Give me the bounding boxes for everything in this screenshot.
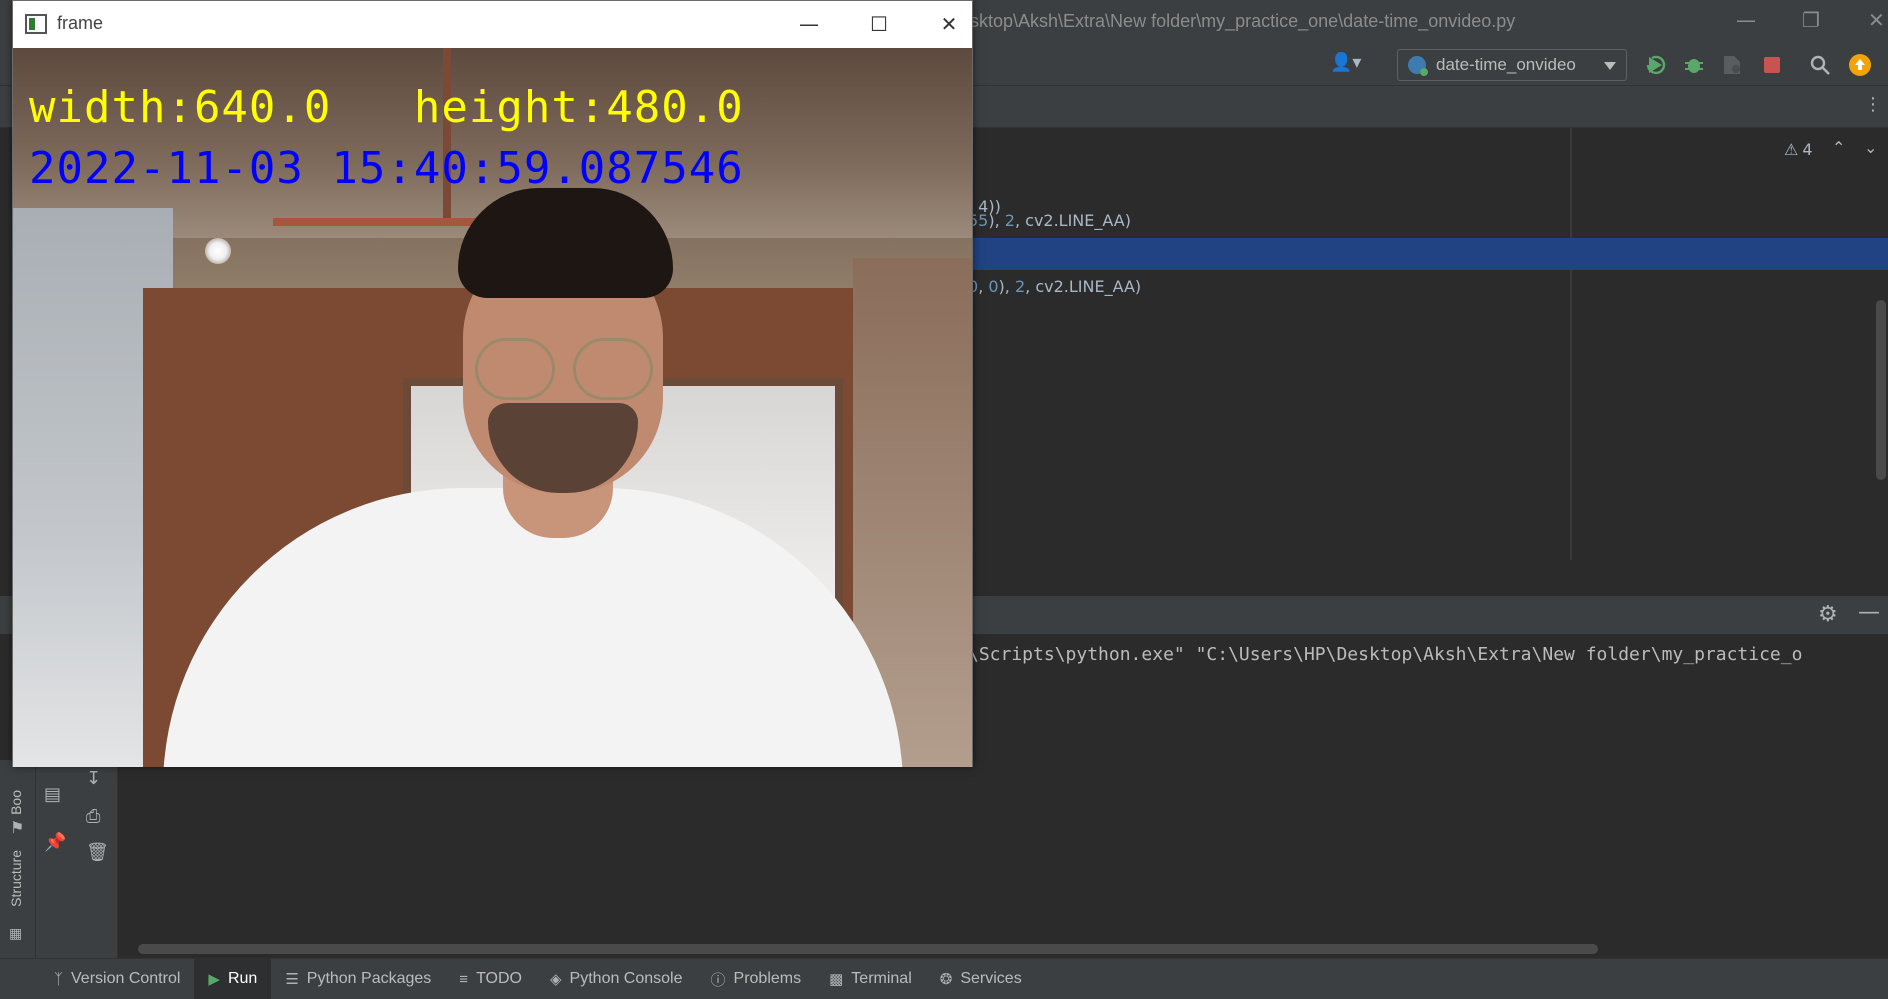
code-text: , cv2.LINE_AA) xyxy=(1025,277,1142,296)
python-icon xyxy=(1408,56,1428,76)
tab-todo[interactable]: ≡ TODO xyxy=(445,959,536,999)
coverage-icon[interactable] xyxy=(1720,53,1744,77)
layout-icon[interactable]: ▤ xyxy=(44,784,61,805)
tab-terminal[interactable]: ▩ Terminal xyxy=(815,959,926,999)
hide-panel-icon[interactable]: — xyxy=(1858,600,1880,625)
tab-label: Problems xyxy=(733,970,802,987)
layers-icon: ☰ xyxy=(285,971,299,988)
structure-tab-label[interactable]: Structure xyxy=(8,850,24,907)
scroll-to-end-icon[interactable]: ↧ xyxy=(86,768,101,789)
warning-icon: ⚠ xyxy=(1784,140,1799,159)
trash-icon[interactable]: 🗑 xyxy=(86,842,109,863)
code-text: , cv2.LINE_AA) xyxy=(1014,211,1131,230)
run-config-selector[interactable]: date-time_onvideo xyxy=(1397,49,1627,81)
code-line-4: 0, 0), 2, cv2.LINE_AA) xyxy=(968,277,1141,296)
code-text: ), xyxy=(988,211,1005,230)
right-margin-guide xyxy=(1570,128,1572,560)
tab-label: TODO xyxy=(476,970,522,987)
caret-line-highlight xyxy=(960,238,1888,270)
user-menu-icon[interactable]: 👤▾ xyxy=(1330,52,1374,78)
tab-label: Terminal xyxy=(851,970,912,987)
editor-scrollbar[interactable] xyxy=(1876,300,1886,480)
frame-minimize-button[interactable]: — xyxy=(789,9,829,39)
code-text: , xyxy=(978,277,989,296)
tab-python-console[interactable]: ◈ Python Console xyxy=(536,959,697,999)
services-icon: ❂ xyxy=(939,971,953,988)
glasses-left-lens xyxy=(475,338,555,400)
ide-restore-button[interactable]: ❐ xyxy=(1802,8,1820,32)
bookmarks-tab-label[interactable]: Boo xyxy=(8,790,24,815)
tab-label: Version Control xyxy=(71,970,181,987)
frame-maximize-button[interactable]: ☐ xyxy=(859,9,899,39)
tab-run[interactable]: ▶ Run xyxy=(194,959,272,999)
datetime-overlay: 2022-11-03 15:40:59.087546 xyxy=(29,143,744,194)
alert-circle-icon: ⓘ xyxy=(710,971,726,989)
app-window-icon xyxy=(25,14,47,34)
person-hair xyxy=(458,188,673,298)
ide-window-title: sktop\Aksh\Extra\New folder\my_practice_… xyxy=(970,11,1516,31)
scene-pipe xyxy=(443,48,451,223)
tab-label: Run xyxy=(227,970,258,987)
tab-services[interactable]: ❂ Services xyxy=(926,959,1036,999)
update-icon[interactable] xyxy=(1848,53,1872,77)
run-config-label: date-time_onvideo xyxy=(1436,55,1576,74)
code-number: 2 xyxy=(1014,277,1026,296)
tab-label: Python Console xyxy=(569,970,683,987)
code-line-2: 55), 2, cv2.LINE_AA) xyxy=(968,211,1131,230)
terminal-icon: ▩ xyxy=(829,971,844,988)
pin-icon[interactable]: 📌 xyxy=(44,832,66,853)
tab-python-packages[interactable]: ☰ Python Packages xyxy=(271,959,445,999)
print-icon[interactable]: ⎙ xyxy=(86,806,100,827)
bottom-tool-window-bar: ᛉ Version Control ▶ Run ☰ Python Package… xyxy=(0,958,1888,999)
next-highlight-icon[interactable]: ⌄ xyxy=(1864,138,1877,157)
glasses-right-lens xyxy=(573,338,653,400)
video-frame: width:640.0 height:480.0 2022-11-03 15:4… xyxy=(13,48,972,767)
debug-icon[interactable] xyxy=(1682,53,1706,77)
frame-window-title: frame xyxy=(57,13,104,33)
tab-problems[interactable]: ⓘ Problems xyxy=(697,959,816,999)
play-icon: ▶ xyxy=(208,971,220,988)
console-command-line: \Scripts\python.exe" "C:\Users\HP\Deskto… xyxy=(968,644,1803,665)
run-panel-toolbar: ▤ 📌 ↧ ⎙ 🗑 xyxy=(36,760,118,958)
more-options-icon[interactable]: ⋮ xyxy=(1864,94,1882,115)
code-number: 0 xyxy=(988,277,999,296)
search-icon[interactable] xyxy=(1808,53,1832,77)
chevron-down-icon xyxy=(1604,62,1616,70)
frame-size-overlay: width:640.0 height:480.0 xyxy=(29,82,744,133)
previous-highlight-icon[interactable]: ⌃ xyxy=(1832,138,1845,157)
code-number: 2 xyxy=(1004,211,1015,230)
console-horizontal-scrollbar[interactable] xyxy=(138,944,1598,954)
gear-icon[interactable]: ⚙ xyxy=(1818,602,1838,627)
frame-close-button[interactable]: ✕ xyxy=(929,9,969,39)
frame-titlebar[interactable]: frame — ☐ ✕ xyxy=(13,1,972,48)
tab-version-control[interactable]: ᛉ Version Control xyxy=(40,959,194,999)
frame-window[interactable]: frame — ☐ ✕ width:640.0 height:480.0 202… xyxy=(12,0,973,767)
ide-minimize-button[interactable]: — xyxy=(1736,8,1756,32)
tab-label: Python Packages xyxy=(306,970,432,987)
ide-close-button[interactable]: ✕ xyxy=(1868,8,1885,32)
list-icon: ≡ xyxy=(459,970,469,988)
structure-icon: ▦ xyxy=(9,926,23,942)
stop-icon[interactable] xyxy=(1760,53,1784,77)
python-icon: ◈ xyxy=(550,971,562,988)
warnings-count: 4 xyxy=(1802,140,1813,159)
tab-label: Services xyxy=(960,970,1022,987)
bookmark-icon: ⚑ xyxy=(10,818,25,837)
warnings-indicator[interactable]: ⚠ 4 xyxy=(1784,140,1813,159)
scene-ceiling-light xyxy=(205,238,231,264)
branch-icon: ᛉ xyxy=(54,970,64,988)
left-tool-strip: Boo ⚑ Structure ▦ xyxy=(0,760,36,958)
rerun-icon[interactable] xyxy=(1644,53,1668,77)
code-text: ), xyxy=(998,277,1015,296)
